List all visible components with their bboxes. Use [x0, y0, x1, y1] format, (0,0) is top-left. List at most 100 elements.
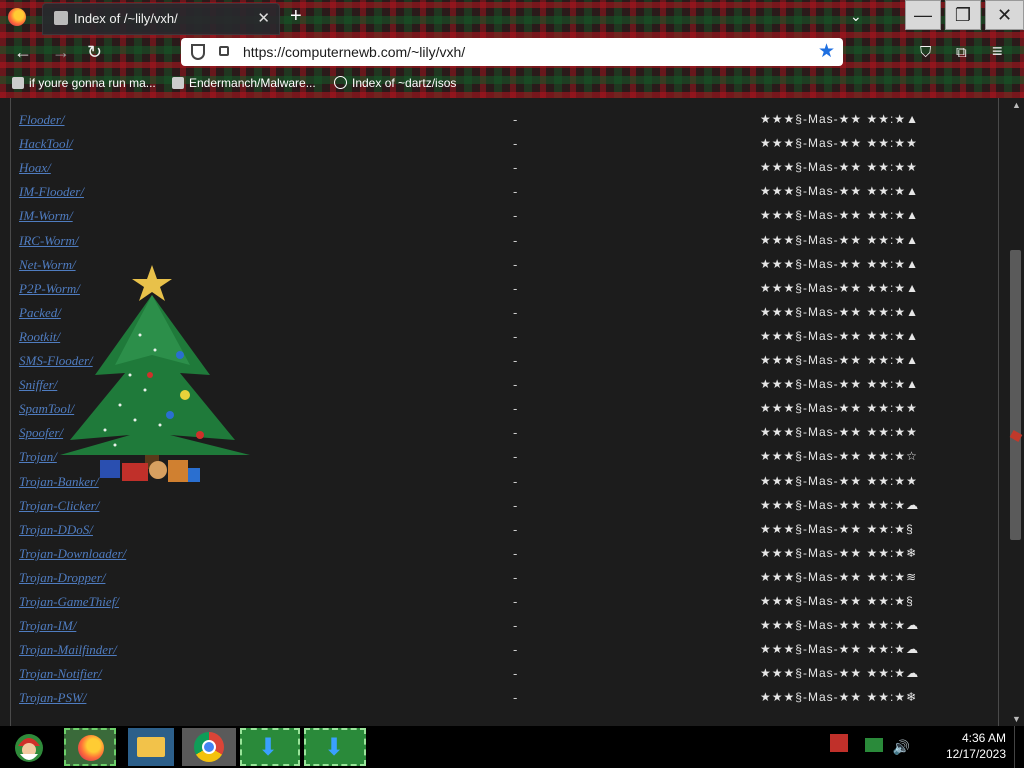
clock[interactable]: 4:36 AM 12/17/2023 — [940, 730, 1006, 762]
modified-date-cell: ★★★§-Mas-★★ ★★:★☁ — [760, 497, 920, 512]
size-cell: - — [513, 160, 518, 176]
extensions-icon[interactable]: ⧉ — [956, 44, 967, 61]
table-row: Trojan-DDoS/ - ★★★§-Mas-★★ ★★:★§ — [0, 520, 998, 544]
directory-link[interactable]: IM-Flooder/ — [19, 184, 84, 200]
size-cell: - — [513, 208, 518, 224]
table-row: Trojan-Dropper/ - ★★★§-Mas-★★ ★★:★≋ — [0, 568, 998, 592]
directory-link[interactable]: IM-Worm/ — [19, 208, 73, 224]
reload-button[interactable]: ↻ — [87, 42, 102, 63]
volume-icon[interactable]: 🔊 — [893, 739, 910, 755]
back-button[interactable]: ← — [14, 42, 32, 63]
modified-date-cell: ★★★§-Mas-★★ ★★:★❄ — [760, 690, 918, 705]
show-desktop-button[interactable] — [1014, 726, 1024, 768]
shield-icon[interactable] — [191, 44, 205, 60]
vertical-scrollbar[interactable]: ▲ ▼ — [1008, 98, 1024, 726]
bookmarks-toolbar: if youre gonna run ma... Endermanch/Malw… — [0, 70, 1024, 96]
size-cell: - — [513, 497, 518, 513]
flag-icon[interactable] — [830, 734, 848, 752]
size-cell: - — [513, 353, 518, 368]
modified-date-cell: ★★★§-Mas-★★ ★★:★▲ — [760, 353, 919, 367]
firefox-icon[interactable] — [8, 8, 26, 26]
table-row: IM-Flooder/ - ★★★§-Mas-★★ ★★:★▲ — [0, 182, 998, 206]
tab-active[interactable]: Index of /~lily/vxh/ ✕ — [42, 3, 280, 35]
tab-favicon-icon — [54, 11, 68, 25]
taskbar-file-explorer-button[interactable] — [128, 728, 174, 766]
modified-date-cell: ★★★§-Mas-★★ ★★:★▲ — [760, 184, 919, 199]
bookmark-item[interactable]: if youre gonna run ma... — [12, 76, 156, 90]
bookmark-item[interactable]: Index of ~dartz/isos — [334, 76, 456, 90]
directory-link[interactable]: Trojan-Mailfinder/ — [19, 642, 117, 658]
size-cell: - — [513, 280, 518, 296]
download-arrow-icon: ⬇ — [258, 734, 279, 761]
size-cell: - — [513, 569, 518, 585]
directory-link[interactable]: Trojan-DDoS/ — [19, 522, 93, 538]
table-row: Trojan-Downloader/ - ★★★§-Mas-★★ ★★:★❄ — [0, 544, 998, 568]
modified-date-cell: ★★★§-Mas-★★ ★★:★☆ — [760, 449, 918, 464]
size-cell: - — [513, 690, 518, 706]
size-cell: - — [513, 304, 518, 320]
christmas-tree-icon — [60, 265, 250, 482]
directory-link[interactable]: HackTool/ — [19, 136, 73, 152]
forward-button[interactable]: → — [52, 42, 70, 63]
folder-icon — [137, 737, 165, 757]
modified-date-cell: ★★★§-Mas-★★ ★★:★▲ — [760, 280, 919, 295]
scroll-down-icon[interactable]: ▼ — [1012, 714, 1021, 724]
lock-icon[interactable] — [219, 46, 229, 56]
directory-link[interactable]: Trojan-Downloader/ — [19, 546, 126, 562]
menu-icon[interactable]: ≡ — [992, 41, 1003, 62]
system-tray[interactable]: 🔊 — [830, 734, 910, 756]
directory-link[interactable]: Trojan/ — [19, 449, 57, 465]
modified-date-cell: ★★★§-Mas-★★ ★★:★§ — [760, 594, 914, 608]
url-text[interactable]: https://computernewb.com/~lily/vxh/ — [243, 44, 465, 60]
address-bar[interactable]: https://computernewb.com/~lily/vxh/ ★ — [181, 38, 843, 66]
modified-date-cell: ★★★§-Mas-★★ ★★:★▲ — [760, 377, 919, 392]
new-tab-button[interactable]: + — [290, 5, 302, 28]
directory-link[interactable]: Trojan-Dropper/ — [19, 570, 105, 586]
globe-icon — [334, 76, 347, 89]
bookmark-star-icon[interactable]: ★ — [818, 40, 835, 63]
taskbar-download-button[interactable]: ⬇ — [240, 728, 300, 766]
download-arrow-icon: ⬇ — [324, 734, 345, 761]
table-row: HackTool/ - ★★★§-Mas-★★ ★★:★★ — [0, 134, 998, 158]
close-window-button[interactable]: ✕ — [985, 0, 1024, 30]
taskbar-download-button[interactable]: ⬇ — [304, 728, 366, 766]
directory-link[interactable]: Flooder/ — [19, 112, 65, 128]
size-cell: - — [513, 136, 518, 152]
modified-date-cell: ★★★§-Mas-★★ ★★:★▲ — [760, 112, 919, 126]
directory-link[interactable]: Sniffer/ — [19, 377, 57, 393]
tab-title: Index of /~lily/vxh/ — [74, 11, 178, 26]
directory-link[interactable]: Trojan-PSW/ — [19, 690, 86, 706]
tab-close-icon[interactable]: ✕ — [257, 9, 270, 27]
maximize-button[interactable]: ❐ — [945, 0, 981, 30]
directory-link[interactable]: Hoax/ — [19, 160, 51, 176]
modified-date-cell: ★★★§-Mas-★★ ★★:★≋ — [760, 569, 918, 584]
directory-link[interactable]: Trojan-Notifier/ — [19, 666, 102, 682]
modified-date-cell: ★★★§-Mas-★★ ★★:★★ — [760, 136, 918, 151]
scrollbar-thumb[interactable] — [1010, 250, 1021, 540]
size-cell: - — [513, 232, 518, 248]
start-button[interactable] — [4, 728, 54, 766]
size-cell: - — [513, 184, 518, 200]
modified-date-cell: ★★★§-Mas-★★ ★★:★★ — [760, 160, 918, 175]
bookmark-item[interactable]: Endermanch/Malware... — [172, 76, 316, 90]
minimize-button[interactable]: — — [905, 0, 941, 30]
list-all-tabs-icon[interactable]: ⌄ — [850, 8, 862, 25]
table-row: Hoax/ - ★★★§-Mas-★★ ★★:★★ — [0, 158, 998, 182]
directory-link[interactable]: Packed/ — [19, 305, 61, 321]
taskbar-firefox-button[interactable] — [64, 728, 116, 766]
directory-link[interactable]: Spoofer/ — [19, 425, 63, 441]
size-cell: - — [513, 377, 518, 393]
directory-link[interactable]: Trojan-Clicker/ — [19, 498, 99, 514]
size-cell: - — [513, 401, 518, 417]
taskbar-chrome-button[interactable] — [182, 728, 236, 766]
directory-link[interactable]: Trojan-IM/ — [19, 618, 76, 634]
directory-link[interactable]: Rootkit/ — [19, 329, 60, 345]
size-cell: - — [513, 594, 518, 609]
directory-link[interactable]: IRC-Worm/ — [19, 233, 78, 249]
firefox-icon — [78, 735, 104, 761]
directory-link[interactable]: Trojan-GameThief/ — [19, 594, 119, 610]
scroll-up-icon[interactable]: ▲ — [1012, 100, 1021, 110]
modified-date-cell: ★★★§-Mas-★★ ★★:★☁ — [760, 666, 920, 681]
pocket-icon[interactable]: ⛉ — [920, 44, 931, 61]
network-icon[interactable] — [865, 738, 884, 752]
